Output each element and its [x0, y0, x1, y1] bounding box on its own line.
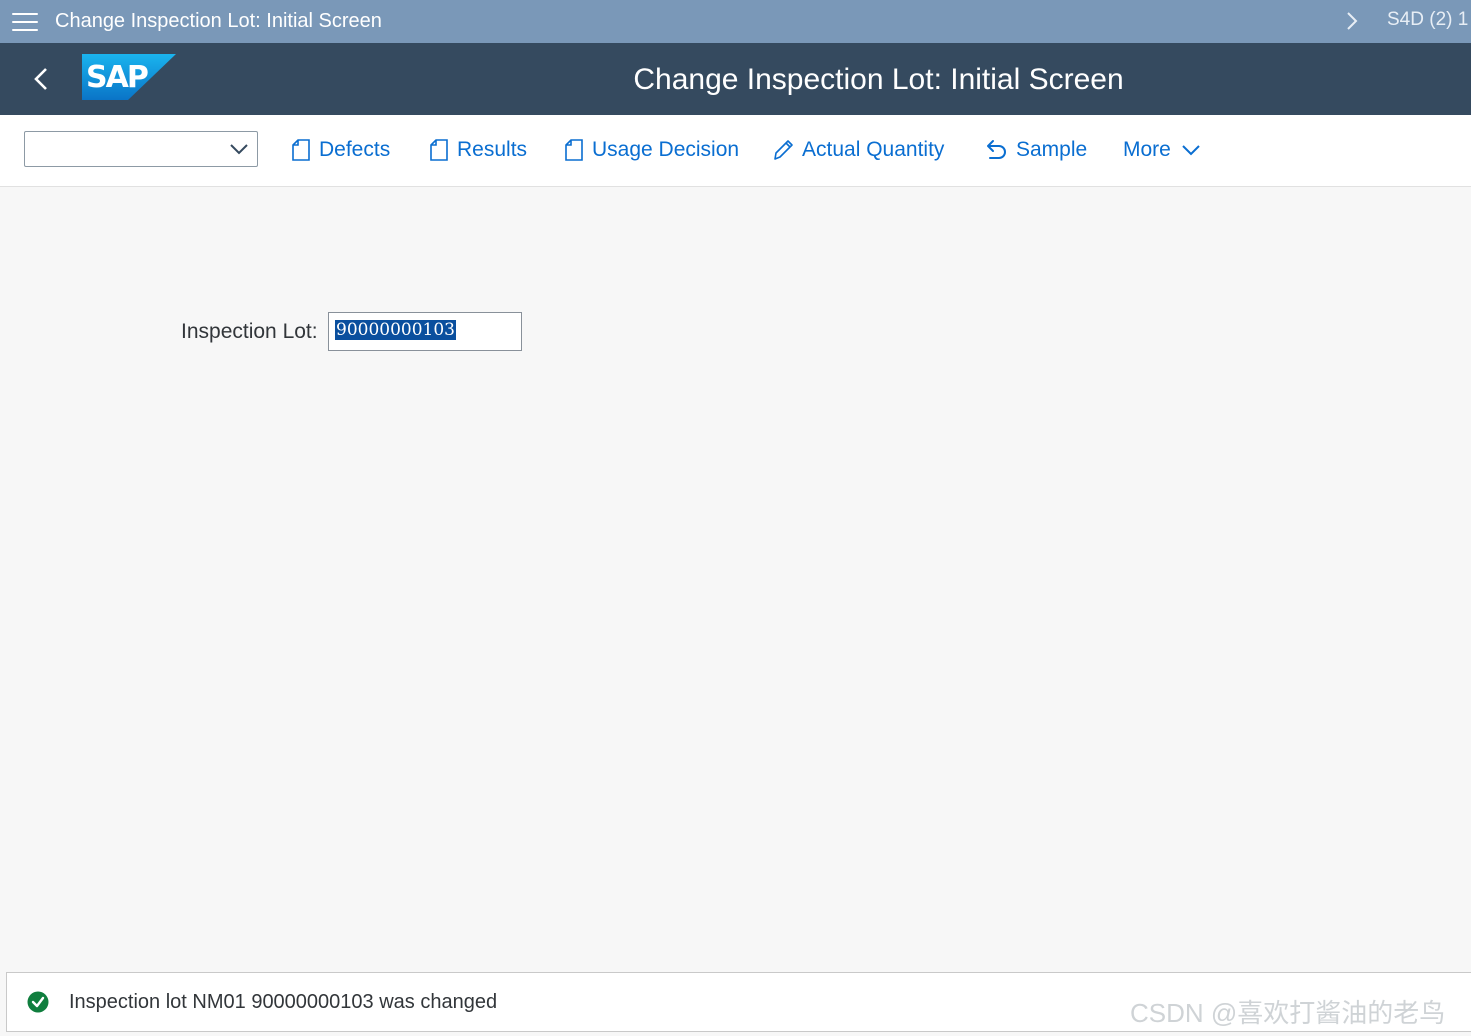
inspection-lot-label: Inspection Lot: [181, 320, 318, 343]
sample-button[interactable]: Sample [985, 133, 1087, 167]
usage-decision-button[interactable]: Usage Decision [564, 133, 739, 167]
more-button-label: More [1123, 138, 1171, 161]
hamburger-menu-icon[interactable] [12, 12, 38, 31]
more-button[interactable]: More [1123, 133, 1201, 167]
usage-decision-button-label: Usage Decision [592, 138, 740, 161]
window-title-bar: Change Inspection Lot: Initial Screen S4… [0, 0, 1471, 43]
sample-button-label: Sample [1016, 138, 1088, 161]
status-message: Inspection lot NM01 90000000103 was chan… [69, 990, 498, 1013]
defects-button-label: Defects [319, 138, 391, 161]
chevron-down-icon [1182, 145, 1200, 156]
actual-quantity-button-label: Actual Quantity [802, 138, 945, 161]
undo-arrow-icon [987, 140, 1006, 159]
defects-button[interactable]: Defects [291, 133, 390, 167]
window-title: Change Inspection Lot: Initial Screen [55, 10, 382, 32]
chevron-right-icon[interactable] [1343, 9, 1361, 33]
inspection-lot-value: 90000000103 [335, 320, 456, 340]
application-toolbar: Defects Results Usage Decision Actual Qu… [0, 115, 1471, 187]
document-icon [430, 139, 448, 161]
watermark: CSDN @喜欢打酱油的老鸟 [1130, 998, 1446, 1028]
system-info: S4D (2) 1 [1387, 9, 1469, 30]
shell-header: SAP Change Inspection Lot: Initial Scree… [0, 43, 1471, 115]
document-icon [565, 139, 583, 161]
command-field-dropdown[interactable] [24, 131, 258, 167]
pencil-icon [774, 140, 793, 160]
results-button-label: Results [457, 138, 528, 161]
document-icon [292, 139, 310, 161]
results-button[interactable]: Results [429, 133, 527, 167]
success-check-icon [27, 991, 49, 1013]
page-title: Change Inspection Lot: Initial Screen [633, 63, 1124, 96]
actual-quantity-button[interactable]: Actual Quantity [772, 133, 944, 167]
chevron-down-icon [230, 144, 248, 155]
inspection-lot-input[interactable]: 90000000103 [328, 312, 522, 351]
